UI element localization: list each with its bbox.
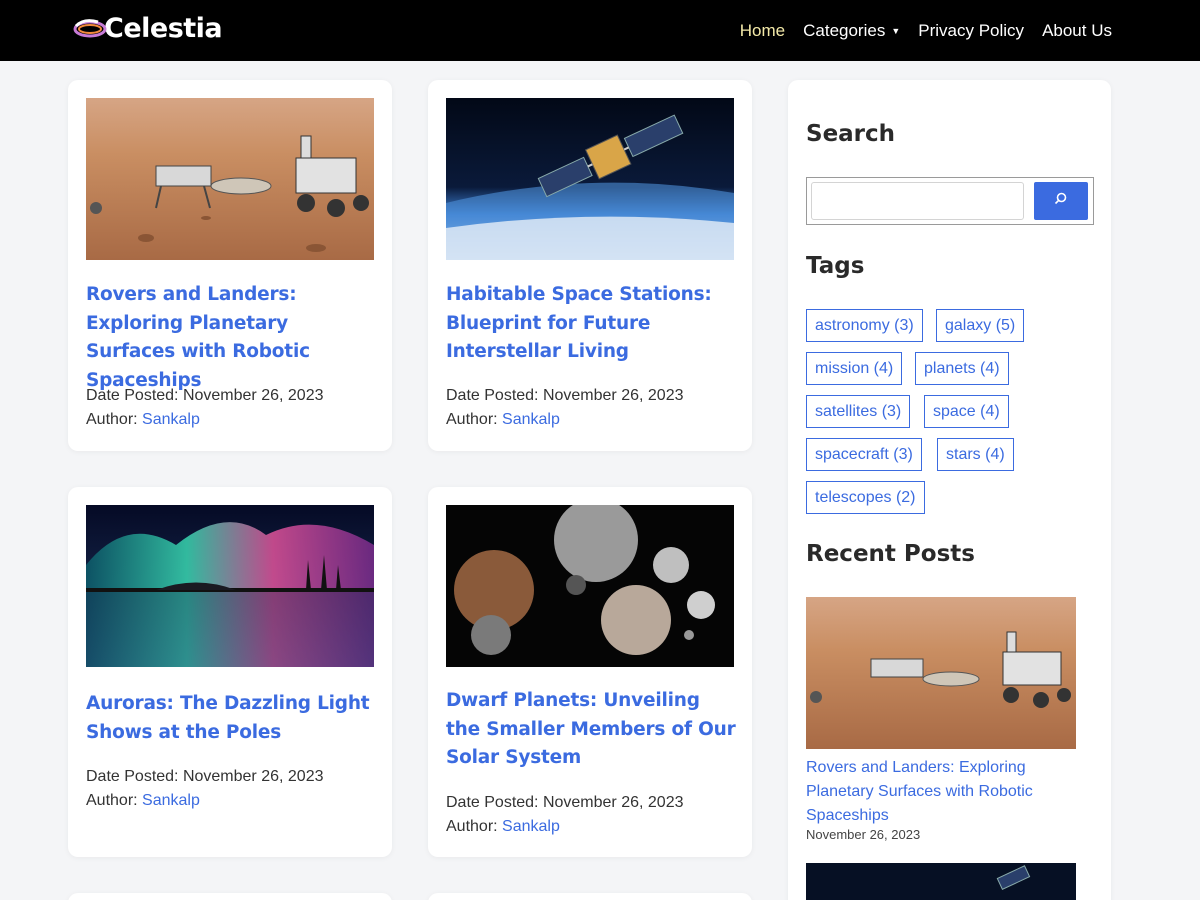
tag-planets[interactable]: planets (4) [915, 352, 1009, 385]
author-link[interactable]: Sankalp [142, 792, 200, 809]
search-form [806, 177, 1094, 225]
author-link[interactable]: Sankalp [142, 411, 200, 428]
search-button[interactable] [1034, 182, 1088, 220]
post-card: Habitable Space Stations: Blueprint for … [428, 80, 752, 451]
nav-categories[interactable]: Categories ▼ [803, 21, 900, 41]
post-thumbnail-mars-rovers[interactable] [86, 98, 374, 260]
post-meta: Date Posted: November 26, 2023 Author: S… [86, 384, 323, 432]
post-thumbnail-aurora[interactable] [86, 505, 374, 667]
post-title-link[interactable]: Habitable Space Stations: Blueprint for … [446, 281, 736, 367]
main-nav: Home Categories ▼ Privacy Policy About U… [740, 0, 1112, 61]
post-author: Author: Sankalp [86, 789, 323, 813]
search-widget-title: Search [806, 121, 896, 147]
post-date: Date Posted: November 26, 2023 [86, 765, 323, 789]
post-date: Date Posted: November 26, 2023 [86, 384, 323, 408]
author-link[interactable]: Sankalp [502, 818, 560, 835]
post-author: Author: Sankalp [446, 408, 683, 432]
site-header: Celestia Home Categories ▼ Privacy Polic… [0, 0, 1200, 61]
post-title-link[interactable]: Auroras: The Dazzling Light Shows at the… [86, 690, 376, 747]
nav-categories-label: Categories [803, 20, 886, 40]
recent-post-title-link[interactable]: Rovers and Landers: Exploring Planetary … [806, 756, 1086, 828]
post-date-value: November 26, 2023 [542, 794, 684, 811]
post-thumbnail-dwarf-planets[interactable] [446, 505, 734, 667]
post-date-value: November 26, 2023 [542, 387, 684, 404]
site-logo-text: Celestia [104, 12, 223, 44]
post-author: Author: Sankalp [86, 408, 323, 432]
post-date-label: Date Posted: [86, 768, 179, 785]
tag-satellites[interactable]: satellites (3) [806, 395, 911, 428]
recent-post-date: November 26, 2023 [806, 827, 921, 842]
post-meta: Date Posted: November 26, 2023 Author: S… [86, 765, 323, 813]
post-author-label: Author: [446, 411, 498, 428]
tag-mission[interactable]: mission (4) [806, 352, 903, 385]
post-date-value: November 26, 2023 [182, 387, 324, 404]
post-card [428, 893, 752, 900]
search-input[interactable] [811, 182, 1024, 220]
nav-about-us[interactable]: About Us [1042, 21, 1112, 41]
post-author-label: Author: [86, 411, 138, 428]
tag-spacecraft[interactable]: spacecraft (3) [806, 438, 922, 471]
post-date-value: November 26, 2023 [182, 768, 324, 785]
post-card: Auroras: The Dazzling Light Shows at the… [68, 487, 392, 857]
post-author-label: Author: [446, 818, 498, 835]
recent-post-thumbnail[interactable] [806, 597, 1076, 749]
post-card [68, 893, 392, 900]
post-meta: Date Posted: November 26, 2023 Author: S… [446, 384, 683, 432]
tag-telescopes[interactable]: telescopes (2) [806, 481, 925, 514]
post-thumbnail-space-station[interactable] [446, 98, 734, 260]
post-meta: Date Posted: November 26, 2023 Author: S… [446, 791, 683, 839]
post-date: Date Posted: November 26, 2023 [446, 384, 683, 408]
post-date-label: Date Posted: [446, 794, 539, 811]
tag-stars[interactable]: stars (4) [937, 438, 1014, 471]
post-author: Author: Sankalp [446, 815, 683, 839]
tag-galaxy[interactable]: galaxy (5) [936, 309, 1025, 342]
post-title-link[interactable]: Rovers and Landers: Exploring Planetary … [86, 281, 376, 395]
recent-post-thumbnail[interactable] [806, 863, 1076, 900]
nav-privacy-policy[interactable]: Privacy Policy [918, 21, 1024, 41]
post-card: Dwarf Planets: Unveiling the Smaller Mem… [428, 487, 752, 857]
tags-widget-title: Tags [806, 253, 865, 279]
comet-logo-icon [72, 14, 108, 42]
post-date: Date Posted: November 26, 2023 [446, 791, 683, 815]
nav-home[interactable]: Home [740, 21, 785, 41]
post-card: Rovers and Landers: Exploring Planetary … [68, 80, 392, 451]
sidebar: Search Tags astronomy (3) galaxy (5) mis… [788, 80, 1111, 900]
tag-astronomy[interactable]: astronomy (3) [806, 309, 923, 342]
recent-posts-title: Recent Posts [806, 541, 975, 567]
post-title-link[interactable]: Dwarf Planets: Unveiling the Smaller Mem… [446, 687, 736, 773]
tag-space[interactable]: space (4) [924, 395, 1009, 428]
post-date-label: Date Posted: [86, 387, 179, 404]
author-link[interactable]: Sankalp [502, 411, 560, 428]
caret-down-icon: ▼ [891, 25, 901, 36]
post-date-label: Date Posted: [446, 387, 539, 404]
site-logo[interactable]: Celestia [72, 8, 223, 48]
search-icon [1054, 192, 1068, 211]
post-author-label: Author: [86, 792, 138, 809]
